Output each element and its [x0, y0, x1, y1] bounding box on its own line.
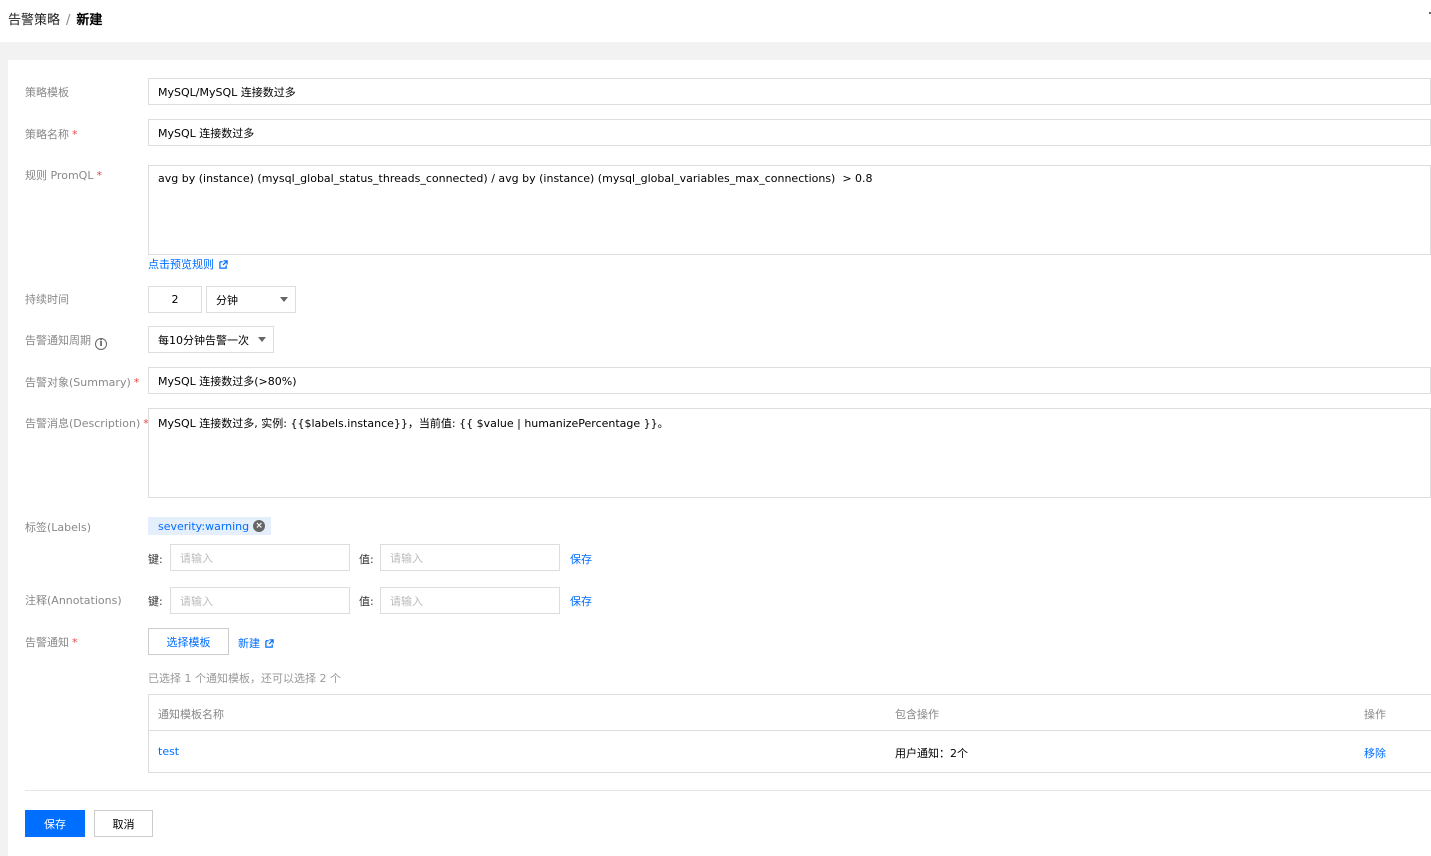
save-button[interactable]: 保存: [25, 810, 85, 837]
label-tag: severity:warning ×: [148, 517, 272, 535]
label-value-label: 值:: [359, 553, 374, 566]
breadcrumb-parent[interactable]: 告警策略: [8, 13, 60, 28]
table-header: 通知模板名称 包含操作 操作: [149, 695, 1431, 731]
column-header-action: 操作: [1364, 708, 1386, 721]
info-icon[interactable]: i: [95, 338, 107, 350]
label-value-input[interactable]: 请输入: [380, 544, 560, 571]
label-key-label: 键:: [148, 553, 163, 566]
promql-textarea[interactable]: avg by (instance) (mysql_global_status_t…: [148, 165, 1431, 255]
label-key-input[interactable]: 请输入: [170, 544, 350, 571]
name-input[interactable]: MySQL 连接数过多: [148, 119, 1431, 146]
notify-period-select[interactable]: 每10分钟告警一次: [148, 326, 274, 353]
notify-period-label: 告警通知周期 i: [25, 332, 107, 350]
required-mark: *: [133, 376, 140, 389]
chevron-down-icon: [280, 297, 288, 302]
template-name-link[interactable]: test: [158, 745, 179, 758]
labels-label: 标签(Labels): [25, 521, 91, 534]
annotation-key-label: 键:: [148, 595, 163, 608]
breadcrumb-separator: /: [66, 13, 71, 28]
annotations-label: 注释(Annotations): [25, 594, 122, 607]
external-link-icon: [219, 260, 228, 269]
breadcrumb: 告警策略 / 新建: [8, 9, 102, 28]
external-link-icon: [265, 639, 274, 648]
description-textarea[interactable]: MySQL 连接数过多, 实例: {{$labels.instance}}，当前…: [148, 408, 1431, 498]
chevron-down-icon: [258, 337, 266, 342]
cancel-button[interactable]: 取消: [94, 810, 153, 837]
close-icon[interactable]: ×: [253, 520, 266, 532]
new-template-link[interactable]: 新建: [238, 635, 274, 651]
annotation-value-label: 值:: [359, 595, 374, 608]
template-label: 策略模板: [25, 86, 69, 99]
preview-rule-link[interactable]: 点击预览规则: [148, 256, 228, 272]
form-card: 策略模板 MySQL/MySQL 连接数过多 策略名称 * MySQL 连接数过多…: [8, 60, 1431, 856]
annotation-save-link[interactable]: 保存: [570, 593, 592, 609]
promql-label: 规则 PromQL *: [25, 169, 102, 182]
summary-input[interactable]: MySQL 连接数过多(>80%): [148, 367, 1431, 394]
duration-input[interactable]: 2: [148, 286, 202, 313]
required-mark: *: [72, 128, 78, 141]
description-label: 告警消息(Description) *: [25, 417, 149, 430]
name-label: 策略名称 *: [25, 128, 78, 141]
notification-label: 告警通知 *: [25, 636, 78, 649]
template-ops: 用户通知：2个: [895, 747, 968, 760]
label-save-link[interactable]: 保存: [570, 551, 592, 567]
duration-label: 持续时间: [25, 293, 69, 306]
annotation-value-input[interactable]: 请输入: [380, 587, 560, 614]
breadcrumb-current: 新建: [76, 13, 103, 28]
remove-link[interactable]: 移除: [1364, 745, 1386, 761]
column-header-name: 通知模板名称: [158, 708, 224, 721]
top-bar: 告警策略 / 新建: [0, 0, 1431, 42]
notification-template-table: 通知模板名称 包含操作 操作 test 用户通知：2个 移除: [148, 694, 1431, 773]
required-mark: *: [96, 169, 102, 182]
required-mark: *: [72, 636, 78, 649]
template-select[interactable]: MySQL/MySQL 连接数过多: [148, 78, 1431, 105]
selection-hint: 已选择 1 个通知模板，还可以选择 2 个: [148, 672, 341, 685]
column-header-ops: 包含操作: [895, 708, 939, 721]
summary-label: 告警对象(Summary) *: [25, 376, 140, 389]
annotation-key-input[interactable]: 请输入: [170, 587, 350, 614]
select-template-button[interactable]: 选择模板: [148, 628, 229, 655]
divider: [25, 790, 1431, 791]
